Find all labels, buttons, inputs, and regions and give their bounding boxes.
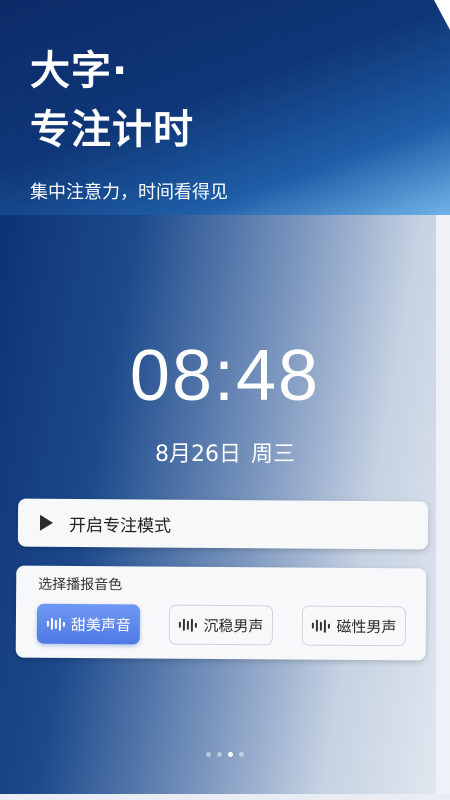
voice-option-steady-male[interactable]: 沉稳男声 — [168, 604, 274, 646]
background-bottom-edge — [0, 794, 450, 800]
page-dot[interactable] — [217, 752, 222, 757]
play-icon — [39, 514, 54, 531]
date-text: 8月26日 — [154, 442, 241, 467]
sound-wave-icon — [178, 618, 198, 632]
background-edge — [436, 200, 450, 800]
page-dot[interactable] — [228, 752, 233, 757]
date-row: 8月26日 周三 — [0, 436, 450, 468]
start-focus-button[interactable]: 开启专注模式 — [17, 498, 429, 550]
weekday-text: 周三 — [250, 442, 295, 467]
page-dot[interactable] — [239, 752, 244, 757]
sound-wave-icon — [311, 619, 331, 633]
page-title-line-1: 大字· — [30, 48, 129, 94]
voice-option-label: 磁性男声 — [336, 617, 397, 636]
voice-selector-card: 选择播报音色 甜美声音 沉稳男声 磁性男声 — [15, 565, 427, 661]
voice-option-magnetic-male[interactable]: 磁性男声 — [301, 605, 407, 647]
clock-time: 08:48 — [129, 336, 321, 416]
page-subtitle: 集中注意力，时间看得见 — [30, 182, 228, 203]
app-screen: 大字· 专注计时 集中注意力，时间看得见 08:48 8月26日 周三 开启专注模… — [0, 0, 450, 800]
voice-option-label: 甜美声音 — [70, 615, 131, 634]
page-title-line-2: 专注计时 — [30, 107, 194, 153]
page-dot[interactable] — [206, 752, 211, 757]
page-indicator — [0, 752, 450, 757]
voice-option-sweet[interactable]: 甜美声音 — [36, 603, 141, 645]
voice-option-label: 沉稳男声 — [203, 616, 264, 635]
voice-selector-title: 选择播报音色 — [38, 576, 123, 594]
start-focus-label: 开启专注模式 — [68, 515, 172, 537]
sound-wave-icon — [46, 617, 66, 631]
